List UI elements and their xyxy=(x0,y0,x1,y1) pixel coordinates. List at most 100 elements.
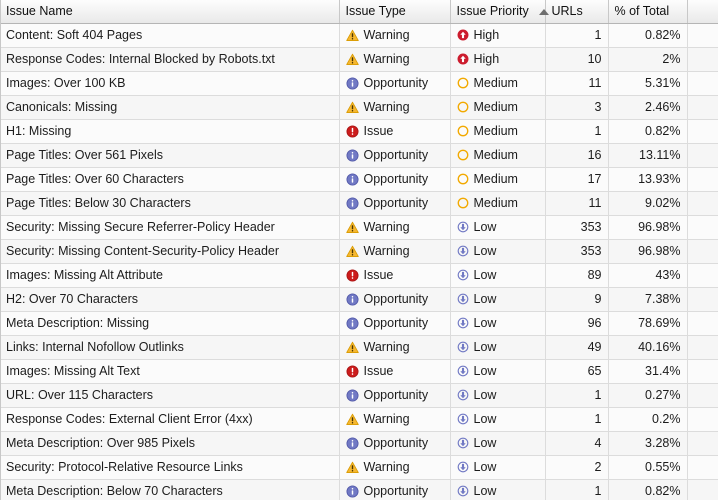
cell-issue-priority[interactable]: Low xyxy=(450,407,546,432)
cell-percent-of-total[interactable]: 0.55% xyxy=(608,455,688,480)
cell-issue-type[interactable]: Opportunity xyxy=(339,383,451,408)
table-row[interactable]: Images: Missing Alt Text Issue Low 65 31.4% xyxy=(0,359,718,384)
cell-percent-of-total[interactable]: 96.98% xyxy=(608,239,688,264)
cell-urls[interactable]: 2 xyxy=(545,455,609,480)
cell-issue-type[interactable]: Issue xyxy=(339,263,451,288)
cell-percent-of-total[interactable]: 9.02% xyxy=(608,191,688,216)
cell-issue-name[interactable]: URL: Over 115 Characters xyxy=(0,383,340,408)
cell-percent-of-total[interactable]: 0.82% xyxy=(608,23,688,48)
cell-issue-name[interactable]: Security: Protocol-Relative Resource Lin… xyxy=(0,455,340,480)
cell-urls[interactable]: 4 xyxy=(545,431,609,456)
cell-issue-priority[interactable]: High xyxy=(450,47,546,72)
cell-issue-type[interactable]: Opportunity xyxy=(339,479,451,500)
table-row[interactable]: Response Codes: Internal Blocked by Robo… xyxy=(0,47,718,72)
cell-percent-of-total[interactable]: 78.69% xyxy=(608,311,688,336)
cell-percent-of-total[interactable]: 40.16% xyxy=(608,335,688,360)
cell-issue-name[interactable]: Page Titles: Over 561 Pixels xyxy=(0,143,340,168)
sort-ascending-caret-up-icon[interactable] xyxy=(529,5,549,18)
cell-issue-priority[interactable]: High xyxy=(450,23,546,48)
cell-urls[interactable]: 65 xyxy=(545,359,609,384)
cell-issue-priority[interactable]: Medium xyxy=(450,191,546,216)
cell-urls[interactable]: 17 xyxy=(545,167,609,192)
cell-percent-of-total[interactable]: 7.38% xyxy=(608,287,688,312)
cell-urls[interactable]: 49 xyxy=(545,335,609,360)
cell-issue-priority[interactable]: Medium xyxy=(450,71,546,96)
cell-urls[interactable]: 1 xyxy=(545,479,609,500)
cell-urls[interactable]: 353 xyxy=(545,215,609,240)
cell-issue-name[interactable]: Content: Soft 404 Pages xyxy=(0,23,340,48)
cell-urls[interactable]: 1 xyxy=(545,407,609,432)
cell-issue-type[interactable]: Warning xyxy=(339,215,451,240)
table-row[interactable]: Content: Soft 404 Pages Warning High 1 0.82% xyxy=(0,23,718,48)
cell-percent-of-total[interactable]: 0.27% xyxy=(608,383,688,408)
cell-urls[interactable]: 353 xyxy=(545,239,609,264)
cell-urls[interactable]: 3 xyxy=(545,95,609,120)
cell-percent-of-total[interactable]: 3.28% xyxy=(608,431,688,456)
cell-urls[interactable]: 1 xyxy=(545,383,609,408)
cell-issue-priority[interactable]: Low xyxy=(450,383,546,408)
table-row[interactable]: URL: Over 115 Characters Opportunity Low 1 0… xyxy=(0,383,718,408)
cell-urls[interactable]: 1 xyxy=(545,119,609,144)
cell-urls[interactable]: 11 xyxy=(545,71,609,96)
column-header-issue_priority[interactable]: Issue Priority xyxy=(450,0,549,24)
cell-issue-priority[interactable]: Low xyxy=(450,215,546,240)
cell-issue-name[interactable]: Canonicals: Missing xyxy=(0,95,340,120)
cell-issue-name[interactable]: Page Titles: Over 60 Characters xyxy=(0,167,340,192)
table-row[interactable]: Images: Over 100 KB Opportunity Medium 11 5.… xyxy=(0,71,718,96)
cell-percent-of-total[interactable]: 5.31% xyxy=(608,71,688,96)
cell-percent-of-total[interactable]: 13.93% xyxy=(608,167,688,192)
cell-issue-name[interactable]: Security: Missing Content-Security-Polic… xyxy=(0,239,340,264)
table-row[interactable]: H2: Over 70 Characters Opportunity Low 9 7.3… xyxy=(0,287,718,312)
table-row[interactable]: Response Codes: External Client Error (4… xyxy=(0,407,718,432)
column-header-issue_name[interactable]: Issue Name xyxy=(0,0,340,24)
cell-issue-name[interactable]: Meta Description: Over 985 Pixels xyxy=(0,431,340,456)
table-row[interactable]: Images: Missing Alt Attribute Issue Low 89 4… xyxy=(0,263,718,288)
cell-issue-type[interactable]: Opportunity xyxy=(339,191,451,216)
cell-issue-name[interactable]: Images: Missing Alt Text xyxy=(0,359,340,384)
table-row[interactable]: Meta Description: Over 985 Pixels Opportu… xyxy=(0,431,718,456)
column-header-clipped[interactable] xyxy=(687,0,718,24)
cell-issue-priority[interactable]: Low xyxy=(450,359,546,384)
cell-issue-type[interactable]: Warning xyxy=(339,407,451,432)
cell-issue-type[interactable]: Warning xyxy=(339,455,451,480)
cell-issue-name[interactable]: Page Titles: Below 30 Characters xyxy=(0,191,340,216)
cell-issue-type[interactable]: Opportunity xyxy=(339,431,451,456)
cell-issue-name[interactable]: Images: Over 100 KB xyxy=(0,71,340,96)
column-header-percent_of_total[interactable]: % of Total xyxy=(608,0,688,24)
cell-urls[interactable]: 11 xyxy=(545,191,609,216)
cell-issue-type[interactable]: Opportunity xyxy=(339,287,451,312)
table-row[interactable]: Meta Description: Missing Opportunity Low 9… xyxy=(0,311,718,336)
column-header-urls[interactable]: URLs xyxy=(545,0,609,24)
cell-issue-type[interactable]: Issue xyxy=(339,119,451,144)
cell-urls[interactable]: 1 xyxy=(545,23,609,48)
cell-issue-priority[interactable]: Low xyxy=(450,431,546,456)
cell-percent-of-total[interactable]: 2% xyxy=(608,47,688,72)
table-row[interactable]: Page Titles: Over 60 Characters Opportuni… xyxy=(0,167,718,192)
cell-urls[interactable]: 16 xyxy=(545,143,609,168)
cell-issue-priority[interactable]: Medium xyxy=(450,167,546,192)
table-row[interactable]: Meta Description: Below 70 Characters Opp… xyxy=(0,479,718,500)
cell-issue-type[interactable]: Warning xyxy=(339,335,451,360)
table-row[interactable]: Security: Protocol-Relative Resource Lin… xyxy=(0,455,718,480)
cell-issue-type[interactable]: Opportunity xyxy=(339,143,451,168)
cell-issue-name[interactable]: Response Codes: Internal Blocked by Robo… xyxy=(0,47,340,72)
cell-percent-of-total[interactable]: 0.82% xyxy=(608,479,688,500)
cell-urls[interactable]: 96 xyxy=(545,311,609,336)
cell-issue-type[interactable]: Issue xyxy=(339,359,451,384)
table-row[interactable]: Security: Missing Secure Referrer-Policy… xyxy=(0,215,718,240)
cell-issue-name[interactable]: Meta Description: Missing xyxy=(0,311,340,336)
cell-issue-priority[interactable]: Medium xyxy=(450,95,546,120)
cell-issue-priority[interactable]: Low xyxy=(450,287,546,312)
cell-issue-priority[interactable]: Low xyxy=(450,335,546,360)
table-row[interactable]: H1: Missing Issue Medium 1 0.82% xyxy=(0,119,718,144)
table-row[interactable]: Page Titles: Below 30 Characters Opportun… xyxy=(0,191,718,216)
cell-issue-type[interactable]: Warning xyxy=(339,47,451,72)
cell-issue-priority[interactable]: Low xyxy=(450,239,546,264)
cell-issue-type[interactable]: Warning xyxy=(339,239,451,264)
cell-issue-name[interactable]: Links: Internal Nofollow Outlinks xyxy=(0,335,340,360)
cell-percent-of-total[interactable]: 31.4% xyxy=(608,359,688,384)
cell-issue-name[interactable]: Images: Missing Alt Attribute xyxy=(0,263,340,288)
cell-issue-name[interactable]: Meta Description: Below 70 Characters xyxy=(0,479,340,500)
cell-urls[interactable]: 89 xyxy=(545,263,609,288)
cell-issue-name[interactable]: H2: Over 70 Characters xyxy=(0,287,340,312)
